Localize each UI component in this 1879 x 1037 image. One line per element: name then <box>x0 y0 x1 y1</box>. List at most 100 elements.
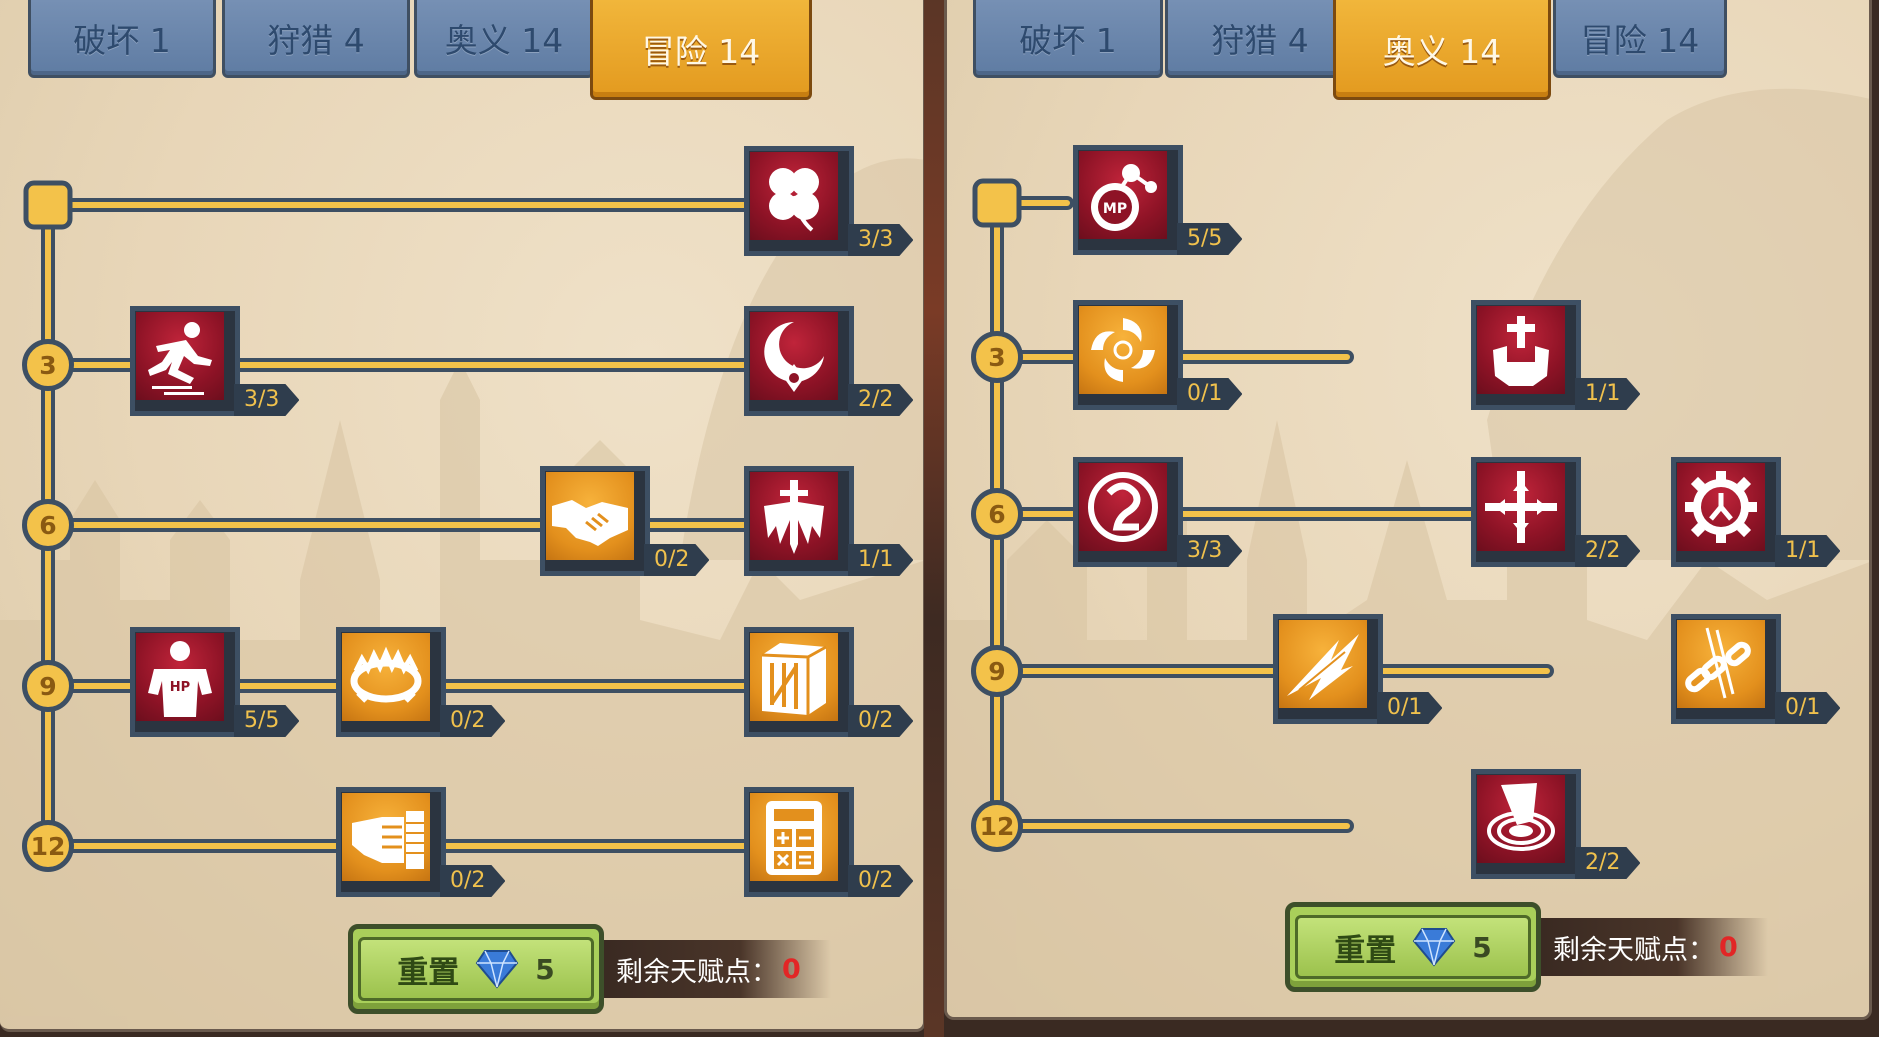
node-face <box>1477 306 1565 394</box>
node-face <box>750 472 838 560</box>
level-marker: 12 <box>22 820 74 872</box>
crescent-slash-icon <box>764 322 824 392</box>
holy-hand-icon <box>1493 316 1549 386</box>
game-screen: 破坏 1 狩猎 4 奥义 14 冒险 14 3 6 9 12 3/3 3/3 2… <box>0 0 1879 1037</box>
reset-button[interactable]: 重置 5 <box>348 924 604 1014</box>
node-count: 1/1 <box>848 544 913 576</box>
vortex-icon <box>1091 318 1155 382</box>
talent-node-vortex-slash[interactable]: 2/2 <box>1471 769 1581 879</box>
node-count: 0/2 <box>848 705 913 737</box>
remaining-points: 剩余天赋点： 0 <box>604 940 831 998</box>
tab-adventure[interactable]: 冒险 14 <box>590 0 812 100</box>
node-face <box>1477 463 1565 551</box>
node-face <box>1279 620 1367 708</box>
handshake-icon <box>552 500 628 546</box>
level-marker: 9 <box>971 645 1023 697</box>
node-count: 1/1 <box>1775 535 1840 567</box>
node-count: 0/1 <box>1177 378 1242 410</box>
talent-node-cross-target[interactable]: 2/2 <box>1471 457 1581 567</box>
diamond-icon <box>476 950 519 989</box>
clover-icon <box>769 168 819 232</box>
talent-node-fist[interactable]: 0/2 <box>336 787 446 897</box>
talent-node-holy-hand[interactable]: 1/1 <box>1471 300 1581 410</box>
node-face: HP <box>136 633 224 721</box>
talent-node-sprint[interactable]: 3/3 <box>130 306 240 416</box>
gear-hand-icon <box>1685 471 1757 543</box>
node-face <box>1677 463 1765 551</box>
talent-panel-right: 破坏 1 狩猎 4 奥义 14 冒险 14 3 6 9 12 MP 5/5 0/… <box>944 0 1872 1020</box>
talent-node-handshake[interactable]: 0/2 <box>540 466 650 576</box>
fist-icon <box>352 811 424 869</box>
swirl-orb-icon <box>1088 472 1158 542</box>
talent-node-lightning-claw[interactable]: 0/1 <box>1273 614 1383 724</box>
talent-node-sword-wings[interactable]: 1/1 <box>744 466 854 576</box>
level-marker: 3 <box>22 339 74 391</box>
node-face <box>750 312 838 400</box>
level-marker: 6 <box>22 499 74 551</box>
tab-label: 冒险 14 <box>641 31 761 71</box>
diamond-icon <box>1413 928 1456 967</box>
talent-node-vortex[interactable]: 0/1 <box>1073 300 1183 410</box>
reset-button[interactable]: 重置 5 <box>1285 902 1541 992</box>
panel-divider <box>924 0 944 1037</box>
sprint-icon <box>148 322 212 395</box>
hp-man-icon: HP <box>148 641 212 717</box>
node-count: 5/5 <box>234 705 299 737</box>
node-face <box>1079 463 1167 551</box>
node-face <box>750 793 838 881</box>
calculator-icon <box>766 801 822 875</box>
node-count: 0/2 <box>644 544 709 576</box>
talent-node-crescent-slash[interactable]: 2/2 <box>744 306 854 416</box>
talent-node-mp-potion[interactable]: MP 5/5 <box>1073 145 1183 255</box>
reset-button-face: 重置 5 <box>358 937 594 1001</box>
reset-label: 重置 <box>397 954 460 991</box>
mp-potion-icon: MP <box>1091 164 1157 231</box>
bear-trap-icon <box>350 646 422 703</box>
node-face <box>750 633 838 721</box>
vortex-slash-icon <box>1487 783 1555 851</box>
node-count: 2/2 <box>1575 535 1640 567</box>
node-face <box>1079 306 1167 394</box>
remaining-points-label: 剩余天赋点： <box>616 956 778 988</box>
svg-text:HP: HP <box>170 680 190 695</box>
talent-node-bear-trap[interactable]: 0/2 <box>336 627 446 737</box>
lightning-claw-icon <box>1287 634 1359 700</box>
level-marker: 6 <box>971 488 1023 540</box>
cross-target-icon <box>1485 471 1557 543</box>
remaining-points: 剩余天赋点： 0 <box>1541 918 1768 976</box>
tab-arcana[interactable]: 奥义 14 <box>1333 0 1551 100</box>
svg-text:MP: MP <box>1103 201 1127 217</box>
node-face <box>342 793 430 881</box>
node-face <box>342 633 430 721</box>
sword-wings-icon <box>764 480 824 554</box>
node-count: 5/5 <box>1177 223 1242 255</box>
talent-panel-left: 破坏 1 狩猎 4 奥义 14 冒险 14 3 6 9 12 3/3 3/3 2… <box>0 0 926 1032</box>
remaining-points-value: 0 <box>782 953 801 985</box>
node-face <box>1677 620 1765 708</box>
node-count: 0/2 <box>440 705 505 737</box>
level-marker: 3 <box>971 331 1023 383</box>
talent-node-clover[interactable]: 3/3 <box>744 146 854 256</box>
talent-node-swirl-orb[interactable]: 3/3 <box>1073 457 1183 567</box>
talent-node-broken-chain[interactable]: 0/1 <box>1671 614 1781 724</box>
node-count: 1/1 <box>1575 378 1640 410</box>
node-count: 0/1 <box>1377 692 1442 724</box>
node-count: 3/3 <box>1177 535 1242 567</box>
footer-bar: 重置 5 剩余天赋点： 0 <box>1285 902 1768 992</box>
talent-node-hp-boost[interactable]: HP 5/5 <box>130 627 240 737</box>
footer-bar: 重置 5 剩余天赋点： 0 <box>348 924 831 1014</box>
node-count: 0/2 <box>440 865 505 897</box>
node-count: 2/2 <box>1575 847 1640 879</box>
remaining-points-value: 0 <box>1719 931 1738 963</box>
node-face <box>546 472 634 560</box>
reset-label: 重置 <box>1334 932 1397 969</box>
node-face <box>136 312 224 400</box>
crate-icon <box>761 643 827 715</box>
talent-node-calculator[interactable]: 0/2 <box>744 787 854 897</box>
node-count: 3/3 <box>848 224 913 256</box>
talent-node-gear[interactable]: 1/1 <box>1671 457 1781 567</box>
level-marker: 12 <box>971 800 1023 852</box>
reset-button-face: 重置 5 <box>1295 915 1531 979</box>
talent-node-crate[interactable]: 0/2 <box>744 627 854 737</box>
remaining-points-label: 剩余天赋点： <box>1553 934 1715 966</box>
